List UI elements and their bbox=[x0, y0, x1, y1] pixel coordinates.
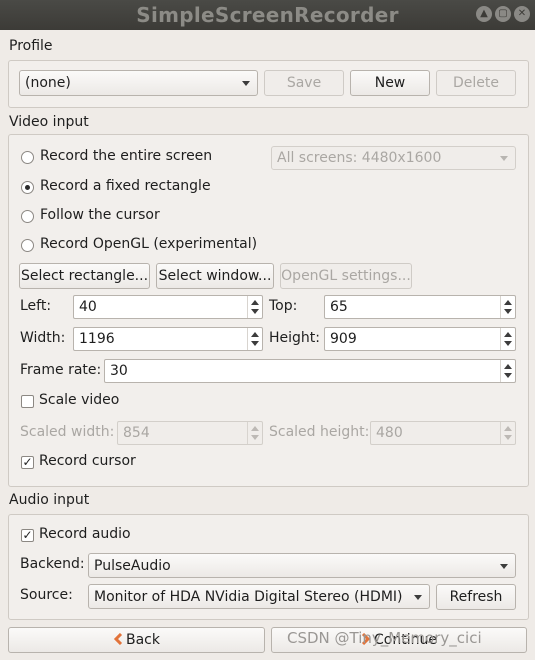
save-button-label: Save bbox=[286, 75, 322, 91]
radio-entire-screen[interactable] bbox=[21, 151, 34, 164]
spin-arrows[interactable] bbox=[500, 360, 515, 382]
spin-down-icon bbox=[504, 341, 512, 346]
left-label: Left: bbox=[20, 298, 52, 314]
watermark: CSDN @Tiny_Memory_cici bbox=[287, 629, 482, 647]
chevron-left-icon bbox=[113, 632, 123, 646]
backend-value: PulseAudio bbox=[94, 557, 171, 574]
chevron-down-icon bbox=[500, 563, 508, 569]
select-window-label: Select window... bbox=[158, 268, 272, 284]
spin-up-icon bbox=[504, 300, 512, 305]
spin-up-icon bbox=[504, 426, 512, 431]
close-button[interactable]: ✕ bbox=[514, 6, 530, 22]
top-label: Top: bbox=[269, 298, 298, 314]
back-button-content: Back bbox=[9, 632, 264, 648]
scaled-height-spinbox[interactable]: 480 bbox=[370, 421, 516, 445]
refresh-button[interactable]: Refresh bbox=[436, 584, 516, 610]
title-bar: SimpleScreenRecorder ▲ ▢ ✕ bbox=[0, 0, 535, 30]
source-select[interactable]: Monitor of HDA NVidia Digital Stereo (HD… bbox=[88, 584, 430, 609]
spin-up-icon bbox=[251, 300, 259, 305]
opengl-settings-label: OpenGL settings... bbox=[281, 268, 411, 284]
profile-section-title: Profile bbox=[9, 38, 53, 54]
radio-opengl-label[interactable]: Record OpenGL (experimental) bbox=[40, 236, 257, 252]
spin-down-icon bbox=[504, 435, 512, 440]
minimize-button[interactable]: ▲ bbox=[476, 6, 492, 22]
delete-button-label: Delete bbox=[453, 75, 499, 91]
source-label: Source: bbox=[20, 587, 73, 603]
window-title: SimpleScreenRecorder bbox=[136, 3, 399, 27]
spin-arrows[interactable] bbox=[500, 422, 515, 444]
record-audio-checkbox[interactable]: ✓ bbox=[21, 529, 34, 542]
screen-select-value: All screens: 4480x1600 bbox=[277, 150, 442, 166]
spin-down-icon bbox=[251, 309, 259, 314]
left-spinbox[interactable]: 40 bbox=[73, 295, 263, 319]
chevron-down-icon bbox=[414, 594, 422, 600]
spin-arrows[interactable] bbox=[247, 422, 262, 444]
source-value: Monitor of HDA NVidia Digital Stereo (HD… bbox=[94, 588, 403, 605]
spin-arrows[interactable] bbox=[247, 328, 262, 350]
spin-up-icon bbox=[251, 332, 259, 337]
scale-video-checkbox[interactable] bbox=[21, 395, 34, 408]
spin-arrows[interactable] bbox=[500, 328, 515, 350]
scaled-width-label: Scaled width: bbox=[20, 424, 115, 440]
new-button[interactable]: New bbox=[350, 70, 430, 96]
frame-rate-label: Frame rate: bbox=[20, 362, 102, 378]
spin-up-icon bbox=[504, 332, 512, 337]
profile-select-value: (none) bbox=[25, 75, 71, 91]
record-cursor-label[interactable]: Record cursor bbox=[39, 453, 136, 469]
frame-rate-spinbox[interactable]: 30 bbox=[104, 359, 516, 383]
profile-select[interactable]: (none) bbox=[19, 70, 258, 96]
save-button[interactable]: Save bbox=[264, 70, 344, 96]
backend-select[interactable]: PulseAudio bbox=[88, 553, 516, 578]
width-label: Width: bbox=[20, 330, 66, 346]
refresh-button-label: Refresh bbox=[449, 589, 503, 605]
top-spinbox[interactable]: 65 bbox=[324, 295, 516, 319]
width-value: 1196 bbox=[79, 331, 115, 347]
backend-label: Backend: bbox=[20, 556, 85, 572]
back-button-label: Back bbox=[126, 632, 160, 648]
scaled-height-label: Scaled height: bbox=[269, 424, 370, 440]
spin-up-icon bbox=[251, 426, 259, 431]
height-spinbox[interactable]: 909 bbox=[324, 327, 516, 351]
scaled-height-value: 480 bbox=[376, 425, 403, 441]
scaled-width-value: 854 bbox=[123, 425, 150, 441]
back-button[interactable]: Back bbox=[8, 627, 265, 653]
radio-follow-cursor[interactable] bbox=[21, 210, 34, 223]
spin-down-icon bbox=[251, 341, 259, 346]
opengl-settings-button[interactable]: OpenGL settings... bbox=[280, 263, 412, 289]
record-audio-label[interactable]: Record audio bbox=[39, 526, 131, 542]
radio-opengl[interactable] bbox=[21, 239, 34, 252]
height-value: 909 bbox=[330, 331, 357, 347]
select-rectangle-button[interactable]: Select rectangle... bbox=[19, 263, 150, 289]
delete-button[interactable]: Delete bbox=[436, 70, 516, 96]
select-window-button[interactable]: Select window... bbox=[156, 263, 274, 289]
chevron-down-icon bbox=[500, 156, 508, 161]
top-value: 65 bbox=[330, 299, 348, 315]
radio-fixed-rectangle[interactable] bbox=[21, 181, 34, 194]
new-button-label: New bbox=[374, 75, 406, 91]
height-label: Height: bbox=[269, 330, 320, 346]
width-spinbox[interactable]: 1196 bbox=[73, 327, 263, 351]
frame-rate-value: 30 bbox=[110, 363, 128, 379]
spin-arrows[interactable] bbox=[500, 296, 515, 318]
chevron-down-icon bbox=[242, 81, 250, 86]
radio-fixed-rectangle-label[interactable]: Record a fixed rectangle bbox=[40, 178, 211, 194]
audio-section-title: Audio input bbox=[9, 492, 90, 508]
spin-down-icon bbox=[251, 435, 259, 440]
screen-select[interactable]: All screens: 4480x1600 bbox=[271, 146, 516, 170]
radio-entire-screen-label[interactable]: Record the entire screen bbox=[40, 148, 212, 164]
scaled-width-spinbox[interactable]: 854 bbox=[117, 421, 263, 445]
maximize-button[interactable]: ▢ bbox=[495, 6, 511, 22]
spin-up-icon bbox=[504, 364, 512, 369]
left-value: 40 bbox=[79, 299, 97, 315]
select-rectangle-label: Select rectangle... bbox=[20, 268, 149, 284]
video-section-title: Video input bbox=[9, 114, 89, 130]
record-cursor-checkbox[interactable]: ✓ bbox=[21, 456, 34, 469]
scale-video-label[interactable]: Scale video bbox=[39, 392, 119, 408]
spin-down-icon bbox=[504, 373, 512, 378]
spin-arrows[interactable] bbox=[247, 296, 262, 318]
radio-follow-cursor-label[interactable]: Follow the cursor bbox=[40, 207, 160, 223]
spin-down-icon bbox=[504, 309, 512, 314]
